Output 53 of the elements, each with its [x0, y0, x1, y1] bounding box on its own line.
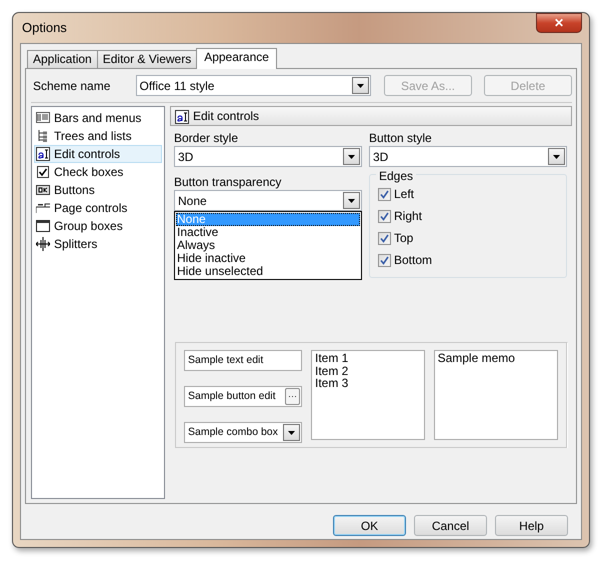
transparency-combo[interactable]: None: [174, 190, 362, 211]
button-icon: [36, 183, 50, 197]
list-item[interactable]: Item 2: [315, 364, 421, 377]
ellipsis-button[interactable]: ···: [285, 388, 300, 405]
button-style-label: Button style: [369, 130, 433, 146]
scheme-combo[interactable]: Office 11 style: [136, 75, 371, 96]
tab[interactable]: Application: [27, 50, 98, 68]
scheme-label: Scheme name: [32, 78, 112, 94]
text-edit-icon: [36, 147, 50, 161]
category-item[interactable]: Buttons: [54, 181, 95, 199]
checkbox[interactable]: [378, 210, 391, 222]
checkbox[interactable]: [378, 188, 391, 200]
help-button[interactable]: Help: [495, 515, 568, 536]
checkbox-label: Top: [394, 230, 414, 247]
tab[interactable]: Appearance: [196, 48, 277, 69]
sample-button-field[interactable]: Sample button edit ···: [184, 386, 302, 407]
dropdown-option[interactable]: Inactive: [176, 226, 360, 239]
button-style-combo[interactable]: 3D: [369, 146, 567, 167]
tab-page-icon: [36, 201, 50, 215]
category-item[interactable]: Splitters: [54, 235, 98, 253]
ok-button[interactable]: OK: [333, 515, 406, 536]
cancel-button[interactable]: Cancel: [414, 515, 487, 536]
checkbox-icon: [36, 165, 50, 179]
checkbox[interactable]: [378, 254, 391, 266]
group-box-icon: [36, 219, 50, 233]
dropdown-option[interactable]: Hide inactive: [176, 252, 360, 265]
transparency-label: Button transparency: [174, 174, 282, 190]
dropdown-option[interactable]: Hide unselected: [176, 265, 360, 278]
section-title: Edit controls: [193, 108, 260, 125]
category-item[interactable]: Page controls: [54, 199, 128, 217]
category-item[interactable]: Trees and lists: [54, 127, 132, 145]
tree-icon: [36, 129, 50, 143]
category-item[interactable]: Group boxes: [54, 217, 123, 235]
toolbar-icon: [36, 111, 50, 125]
border-style-combo[interactable]: 3D: [174, 146, 362, 167]
sample-memo[interactable]: Sample memo: [434, 350, 558, 440]
window-title: Options: [21, 19, 67, 38]
checkbox[interactable]: [378, 232, 391, 244]
border-style-label: Border style: [174, 130, 240, 146]
tab[interactable]: Editor & Viewers: [96, 50, 198, 68]
text-edit-icon: [175, 110, 189, 124]
sample-combo[interactable]: Sample combo box: [184, 422, 302, 443]
checkbox-label: Left: [394, 186, 414, 203]
category-item[interactable]: Bars and menus: [54, 109, 142, 127]
dropdown-option[interactable]: Always: [176, 239, 360, 252]
checkbox-label: Right: [394, 208, 422, 225]
sample-text-field[interactable]: Sample text edit: [184, 350, 302, 371]
splitter-icon: [36, 237, 50, 251]
category-item[interactable]: Check boxes: [54, 163, 124, 181]
list-item[interactable]: Item 1: [315, 352, 421, 364]
close-button[interactable]: ✕: [536, 13, 582, 33]
checkbox-label: Bottom: [394, 252, 432, 269]
list-item[interactable]: Item 3: [315, 377, 421, 390]
